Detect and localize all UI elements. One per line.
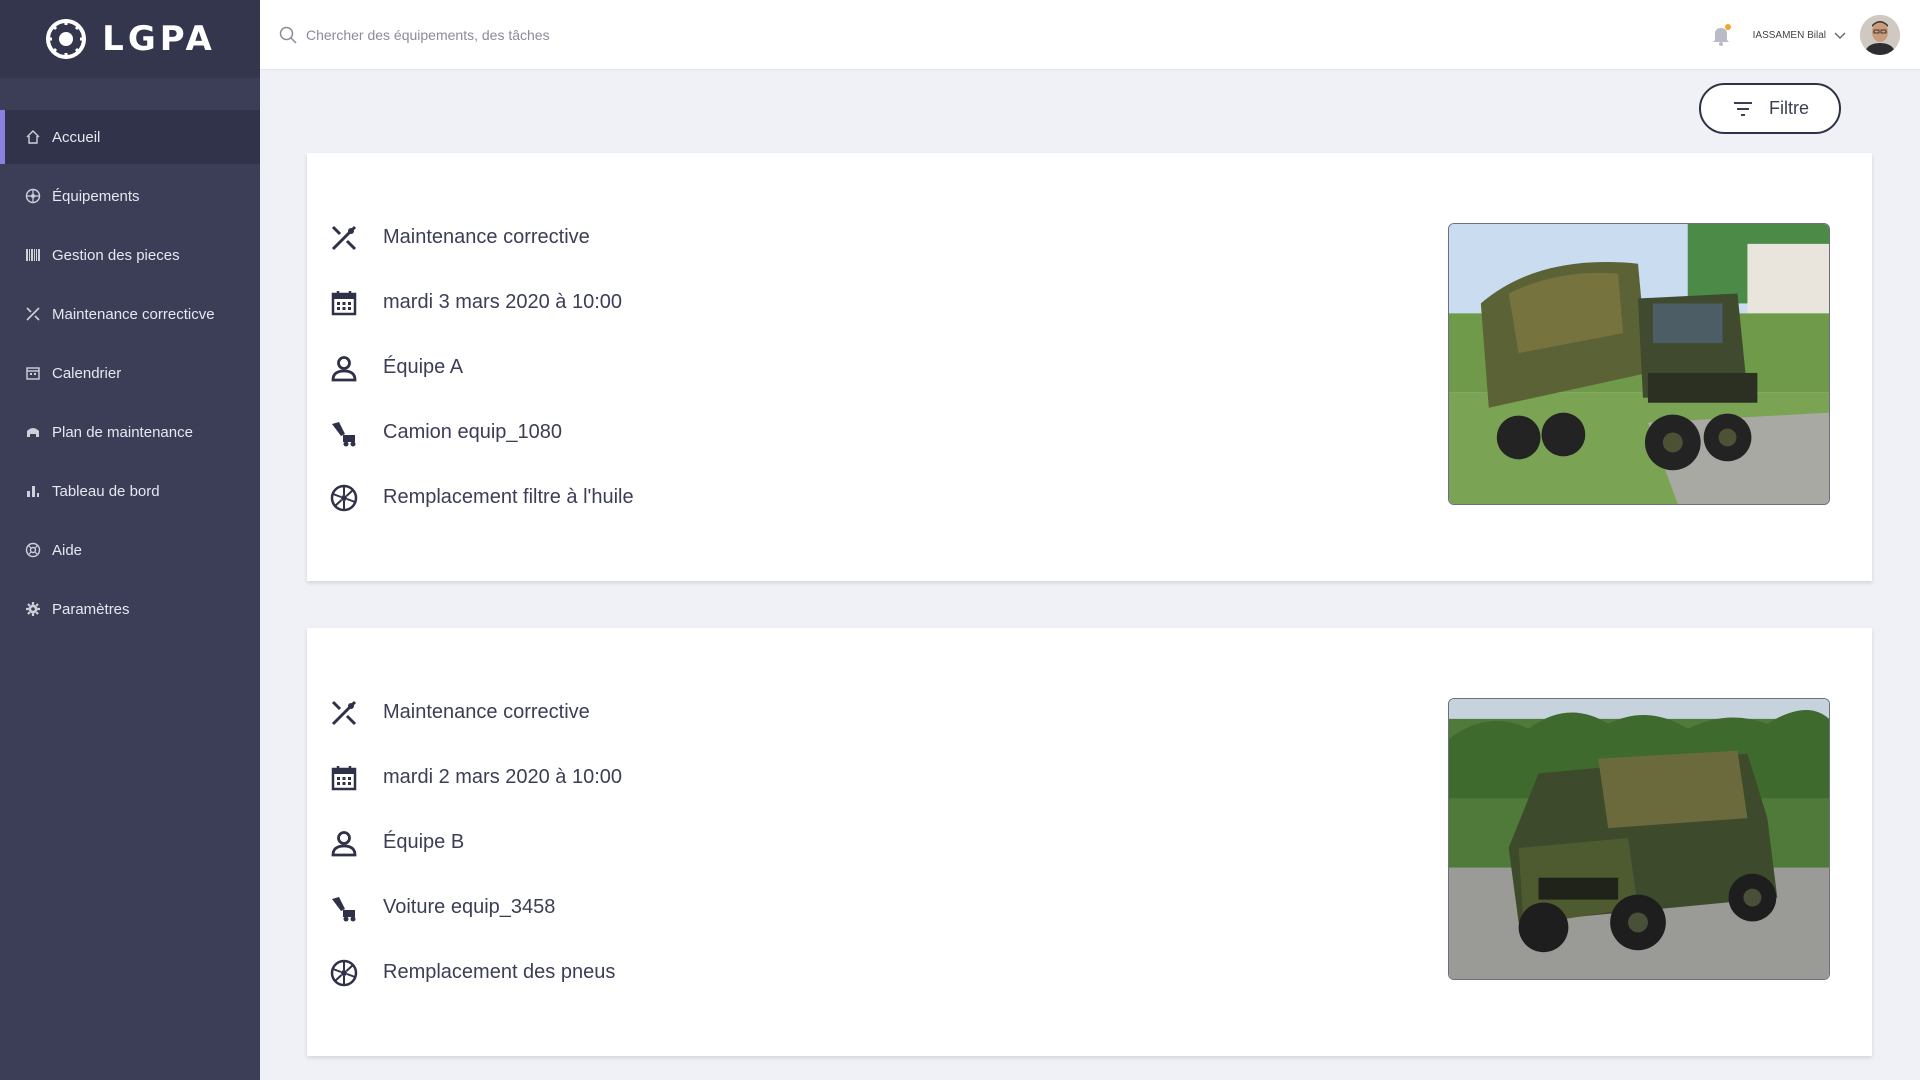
- card-row-task: Remplacement filtre à l'huile: [327, 465, 634, 530]
- sidebar-item-aide[interactable]: Aide: [0, 523, 260, 577]
- sidebar-item-label: Aide: [52, 541, 83, 559]
- chevron-down-icon[interactable]: [1834, 29, 1846, 41]
- wheel-icon: [327, 481, 361, 515]
- calendar-icon: [24, 364, 42, 382]
- person-icon: [327, 826, 361, 860]
- maintenance-card[interactable]: Maintenance corrective mardi 3 mars 2020…: [307, 153, 1872, 581]
- logo-text: LGPA: [102, 19, 216, 59]
- sidebar-item-label: Calendrier: [52, 364, 122, 382]
- filter-icon: [1734, 101, 1752, 116]
- sidebar-item-label: Maintenance correcticve: [52, 305, 215, 323]
- calendar-icon: [327, 286, 361, 320]
- notifications-button[interactable]: [1711, 24, 1731, 46]
- equipment-icon: [327, 416, 361, 450]
- sidebar-item-tableau-bord[interactable]: Tableau de bord: [0, 464, 260, 518]
- gear-icon: [24, 600, 42, 618]
- sidebar-item-label: Paramètres: [52, 600, 130, 618]
- notification-dot: [1724, 24, 1731, 30]
- sidebar-item-label: Tableau de bord: [52, 482, 160, 500]
- logo[interactable]: LGPA: [0, 0, 260, 78]
- calendar-icon: [327, 761, 361, 795]
- barcode-icon: [24, 246, 42, 264]
- card-row-type: Maintenance corrective: [327, 205, 634, 270]
- sidebar-nav: Accueil Équipements Gestion des pieces M…: [0, 110, 260, 636]
- card-row-team: Équipe B: [327, 810, 622, 875]
- filter-label: Filtre: [1769, 98, 1809, 118]
- search-icon: [279, 26, 297, 44]
- avatar[interactable]: [1860, 15, 1900, 55]
- sidebar-item-label: Accueil: [52, 128, 101, 146]
- search-input[interactable]: [306, 26, 906, 43]
- sidebar-item-maintenance-corrective[interactable]: Maintenance correcticve: [0, 287, 260, 341]
- bar-chart-icon: [24, 482, 42, 500]
- sidebar-item-label: Gestion des pieces: [52, 246, 180, 264]
- tools-icon: [327, 221, 361, 255]
- card-row-equipment: Camion equip_1080: [327, 400, 634, 465]
- card-row-date: mardi 3 mars 2020 à 10:00: [327, 270, 634, 335]
- sidebar: LGPA Accueil Équipements Gestion des pie…: [0, 0, 260, 1080]
- user-name[interactable]: IASSAMEN Bilal: [1753, 30, 1826, 41]
- sidebar-item-calendrier[interactable]: Calendrier: [0, 346, 260, 400]
- card-row-equipment: Voiture equip_3458: [327, 875, 622, 940]
- military-jeep-photo: [1448, 698, 1830, 980]
- card-row-task: Remplacement des pneus: [327, 940, 622, 1005]
- military-truck-photo: [1448, 223, 1830, 505]
- card-row-team: Équipe A: [327, 335, 634, 400]
- card-row-type: Maintenance corrective: [327, 680, 622, 745]
- top-bar: IASSAMEN Bilal: [260, 0, 1920, 70]
- maintenance-card[interactable]: Maintenance corrective mardi 2 mars 2020…: [307, 628, 1872, 1056]
- sidebar-item-label: Équipements: [52, 187, 140, 205]
- card-row-date: mardi 2 mars 2020 à 10:00: [327, 745, 622, 810]
- person-icon: [327, 351, 361, 385]
- vehicle-icon: [24, 423, 42, 441]
- sidebar-item-parametres[interactable]: Paramètres: [0, 582, 260, 636]
- sidebar-item-plan-maintenance[interactable]: Plan de maintenance: [0, 405, 260, 459]
- help-icon: [24, 541, 42, 559]
- home-icon: [24, 128, 42, 146]
- card-details: Maintenance corrective mardi 3 mars 2020…: [327, 205, 634, 530]
- tools-icon: [327, 696, 361, 730]
- sidebar-item-accueil[interactable]: Accueil: [0, 110, 260, 164]
- tools-icon: [24, 305, 42, 323]
- sidebar-item-label: Plan de maintenance: [52, 423, 193, 441]
- wheel-icon: [327, 956, 361, 990]
- filter-button[interactable]: Filtre: [1699, 83, 1841, 134]
- equipment-icon: [327, 891, 361, 925]
- logo-emblem-icon: [46, 19, 87, 59]
- sidebar-item-gestion-pieces[interactable]: Gestion des pieces: [0, 228, 260, 282]
- wheel-icon: [24, 187, 42, 205]
- card-details: Maintenance corrective mardi 2 mars 2020…: [327, 680, 622, 1005]
- sidebar-item-equipements[interactable]: Équipements: [0, 169, 260, 223]
- user-area: IASSAMEN Bilal: [1711, 0, 1900, 70]
